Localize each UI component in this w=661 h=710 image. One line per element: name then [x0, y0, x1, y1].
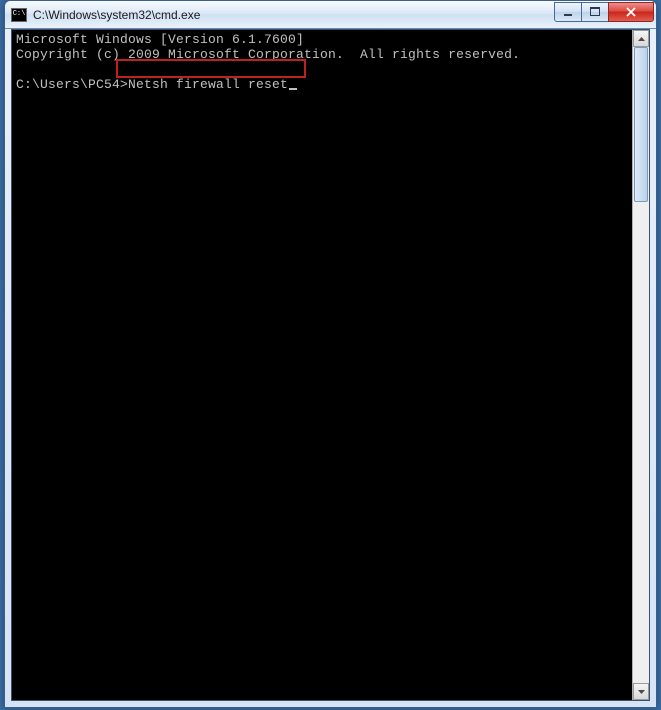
- close-button[interactable]: [608, 2, 654, 22]
- scroll-track[interactable]: [633, 47, 649, 683]
- console-prompt: C:\Users\PC54>: [16, 77, 128, 92]
- vertical-scrollbar[interactable]: [632, 30, 649, 700]
- console-client-area: Microsoft Windows [Version 6.1.7600] Cop…: [11, 29, 650, 701]
- cmd-window: C:\Windows\system32\cmd.exe Microsoft Wi…: [4, 0, 657, 708]
- cursor: [289, 88, 297, 90]
- close-icon: [625, 7, 637, 17]
- maximize-icon: [590, 7, 600, 16]
- console-output[interactable]: Microsoft Windows [Version 6.1.7600] Cop…: [12, 30, 631, 700]
- console-command: Netsh firewall reset: [128, 77, 288, 92]
- window-controls: [555, 2, 654, 22]
- scroll-down-button[interactable]: [633, 683, 649, 700]
- maximize-button[interactable]: [581, 2, 609, 22]
- titlebar[interactable]: C:\Windows\system32\cmd.exe: [5, 1, 656, 29]
- chevron-up-icon: [638, 37, 645, 41]
- chevron-down-icon: [638, 690, 645, 694]
- minimize-button[interactable]: [554, 2, 582, 22]
- minimize-icon: [563, 8, 573, 16]
- scroll-up-button[interactable]: [633, 30, 649, 47]
- cmd-icon: [11, 8, 27, 22]
- console-line: Copyright (c) 2009 Microsoft Corporation…: [16, 47, 520, 62]
- console-line: Microsoft Windows [Version 6.1.7600]: [16, 32, 304, 47]
- window-title: C:\Windows\system32\cmd.exe: [33, 8, 555, 22]
- scroll-thumb[interactable]: [634, 47, 648, 202]
